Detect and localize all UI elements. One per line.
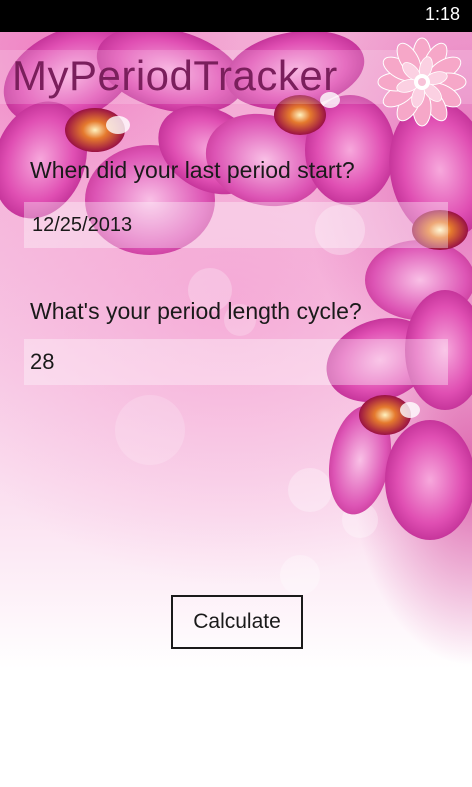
- app-screen: 1:18 MyPeriodTracker When did your last …: [0, 0, 472, 787]
- status-time: 1:18: [424, 4, 460, 24]
- cycle-length-input[interactable]: 28: [24, 339, 448, 385]
- orchid-background: [0, 24, 472, 787]
- app-title: MyPeriodTracker: [12, 52, 338, 99]
- calculate-button[interactable]: Calculate: [171, 595, 303, 649]
- last-period-date-field[interactable]: 12/25/2013: [24, 202, 448, 248]
- cycle-length-label: What's your period length cycle?: [30, 298, 362, 324]
- pink-flower-icon: [377, 37, 467, 127]
- status-bar: 1:18: [0, 0, 472, 32]
- last-period-label: When did your last period start?: [30, 157, 355, 183]
